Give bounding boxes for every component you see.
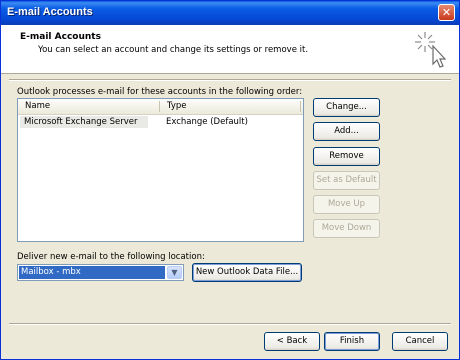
account-name: Microsoft Exchange Server	[24, 117, 138, 127]
group-separator	[9, 79, 451, 81]
column-divider[interactable]	[300, 101, 301, 112]
new-data-file-button[interactable]: New Outlook Data File...	[192, 263, 302, 282]
remove-button[interactable]: Remove	[313, 147, 380, 166]
wand-cursor-icon	[415, 32, 447, 68]
column-header-type[interactable]: Type	[167, 101, 187, 111]
column-header-name[interactable]: Name	[25, 101, 50, 111]
wizard-header: E-mail Accounts You can select an accoun…	[1, 25, 459, 74]
cancel-button[interactable]: Cancel	[392, 332, 448, 351]
header-subtitle: You can select an account and change its…	[38, 45, 309, 55]
move-down-button[interactable]: Move Down	[313, 219, 380, 238]
accounts-caption: Outlook processes e-mail for these accou…	[17, 87, 303, 97]
add-button[interactable]: Add...	[313, 122, 380, 141]
footer-separator	[9, 323, 451, 325]
back-button[interactable]: < Back	[264, 332, 320, 351]
accounts-list[interactable]: Name Type Microsoft Exchange Server Exch…	[17, 98, 304, 242]
column-divider[interactable]	[159, 101, 160, 112]
list-header: Name Type	[18, 99, 303, 115]
account-type: Exchange (Default)	[166, 117, 248, 127]
finish-button[interactable]: Finish	[324, 332, 380, 351]
close-button[interactable]: ✕	[438, 4, 455, 21]
close-icon: ✕	[441, 6, 452, 19]
change-button[interactable]: Change...	[313, 98, 380, 117]
header-title: E-mail Accounts	[20, 32, 101, 42]
list-item[interactable]: Microsoft Exchange Server Exchange (Defa…	[20, 116, 300, 128]
deliver-location-select[interactable]: Mailbox - mbx ▼	[17, 264, 184, 281]
selected-location: Mailbox - mbx	[19, 266, 165, 279]
window-title: E-mail Accounts	[7, 6, 93, 18]
title-bar[interactable]: E-mail Accounts ✕	[1, 1, 459, 25]
deliver-caption: Deliver new e-mail to the following loca…	[17, 252, 205, 262]
email-accounts-dialog: E-mail Accounts ✕ E-mail Accounts You ca…	[0, 0, 460, 360]
set-as-default-button[interactable]: Set as Default	[313, 171, 380, 190]
move-up-button[interactable]: Move Up	[313, 195, 380, 214]
chevron-down-icon[interactable]: ▼	[167, 266, 182, 279]
